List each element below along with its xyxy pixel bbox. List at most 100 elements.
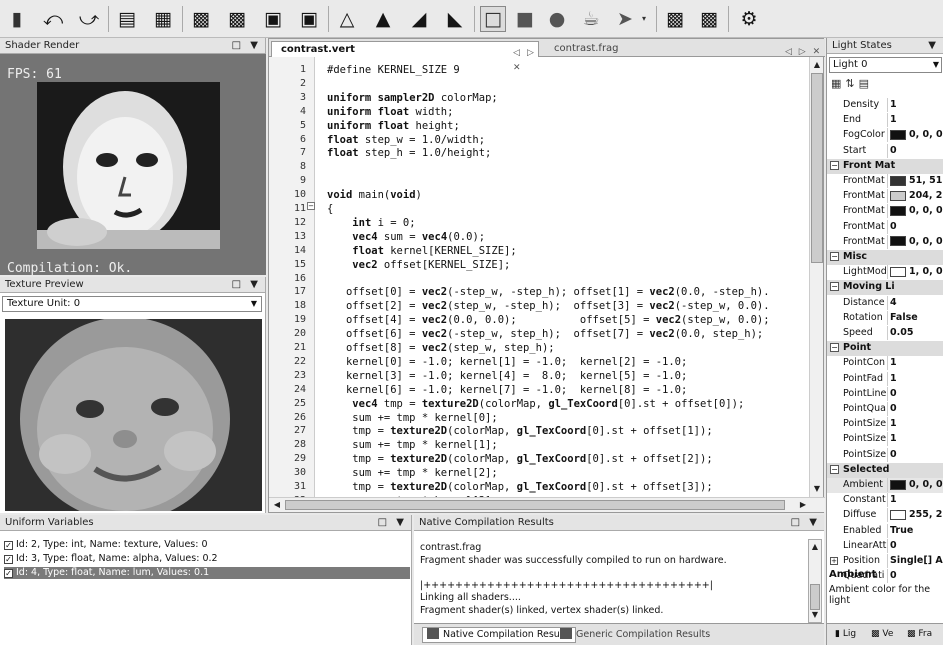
window-layout-icon[interactable]: ▤ [114,6,140,32]
property-row[interactable]: PointLine 0 [827,386,943,402]
property-row[interactable]: PointFad 1 [827,371,943,387]
panel-pin-close-icons[interactable]: □ ▼ [232,277,261,292]
solid-landscape-icon[interactable]: ▩ [224,6,250,32]
property-row[interactable]: LinearAtt 0 [827,538,943,554]
property-value[interactable]: 0, 0, 0 [887,478,943,492]
sphere-primitive-icon[interactable]: ● [544,6,570,32]
property-value[interactable]: 1 [887,356,943,371]
property-category[interactable]: − Moving Li [827,280,943,296]
property-value[interactable]: 1, 0, 0 [887,265,943,280]
undo-arrow-icon[interactable]: ⤺ [40,6,66,32]
mountain-outline-icon[interactable]: △ [334,6,360,32]
property-row[interactable]: End 1 [827,113,943,128]
database-icon[interactable]: ▮ [4,6,30,32]
landscape-shaded-icon[interactable]: ▣ [260,6,286,32]
property-value[interactable]: False [887,310,943,325]
property-row[interactable]: FogColor 0, 0, 0 [827,128,943,143]
panel-pin-close-icons[interactable]: □ ▼ [378,515,407,530]
scroll-down-arrow-icon[interactable]: ▼ [811,483,823,495]
expand-icon[interactable]: + [830,557,838,565]
tab-nav-controls[interactable]: ◁ ▷ ✕ [513,46,538,76]
render-viewport[interactable]: FPS: 61 Compilation: Ok. [0,54,266,276]
texture-unit-select[interactable]: Texture Unit: 0 ▼ [2,296,262,312]
texture-panel-icon[interactable]: ▦ [150,6,176,32]
property-row[interactable]: Distance 4 [827,295,943,311]
scrollbar-thumb[interactable] [810,584,820,610]
property-value[interactable]: 204, 2 [887,189,943,204]
property-value[interactable]: 1 [887,113,943,128]
gear-icon[interactable]: ⚙ [736,6,762,32]
property-row[interactable]: Rotation False [827,310,943,326]
property-value[interactable]: Single[] Ar [887,554,943,568]
collapse-icon[interactable]: − [830,252,839,261]
light-select[interactable]: Light 0 ▼ [829,57,942,73]
scroll-up-arrow-icon[interactable]: ▲ [809,541,821,553]
property-value[interactable]: 0 [887,219,943,234]
plane-primitive-icon[interactable]: □ [480,6,506,32]
property-value[interactable]: 0 [887,143,943,158]
property-row[interactable]: PointQua 0 [827,402,943,417]
property-row[interactable]: Diffuse 255, 2 [827,508,943,523]
sort-alpha-icon[interactable]: ⇅ [845,77,858,90]
landscape-shaded-2-icon[interactable]: ▣ [296,6,322,32]
tab-native-results[interactable]: Native Compilation Results [422,627,577,643]
property-value[interactable]: 0 [887,402,943,416]
property-row[interactable]: PointSize 1 [827,432,943,447]
property-value[interactable]: 1 [887,432,943,447]
scroll-right-arrow-icon[interactable]: ▶ [797,499,809,511]
property-value[interactable]: 0, 0, 0 [887,204,943,219]
mountain-framed-2-icon[interactable]: ◣ [442,6,468,32]
tab-light[interactable]: ▮ Lig [835,624,856,644]
property-value[interactable]: 255, 2 [887,508,943,523]
cube-primitive-icon[interactable]: ■ [512,6,538,32]
fold-toggle-icon[interactable]: − [307,202,315,210]
log-scrollbar[interactable]: ▲ ▼ [808,539,822,623]
mountain-framed-icon[interactable]: ◢ [406,6,432,32]
property-value[interactable]: 1 [887,371,943,386]
property-value[interactable]: 1 [887,98,943,112]
chevron-down-icon[interactable]: ▼ [247,297,261,311]
property-row[interactable]: FrontMat 51, 51 [827,174,943,189]
property-row[interactable]: Enabled True [827,523,943,539]
vertical-scrollbar[interactable]: ▲ ▼ [809,57,823,497]
collapse-icon[interactable]: − [830,282,839,292]
property-value[interactable]: 0, 0, 0 [887,234,943,249]
property-value[interactable]: 0 [887,538,943,553]
property-value[interactable]: 4 [887,295,943,310]
property-row[interactable]: Ambient 0, 0, 0 [827,478,943,493]
property-row[interactable]: Start 0 [827,143,943,159]
scrollbar-thumb[interactable] [811,73,823,263]
uniform-row[interactable]: ✓ Id: 4, Type: float, Name: lum, Values: … [4,567,410,579]
panel-pin-icon[interactable]: ▼ [928,38,939,53]
property-value[interactable]: 0 [887,386,943,401]
tab-vertex[interactable]: ▩ Ve [871,624,893,644]
property-row[interactable]: FrontMat 204, 2 [827,189,943,204]
panel-pin-close-icons[interactable]: □ ▼ [791,515,820,530]
scroll-up-arrow-icon[interactable]: ▲ [811,59,823,71]
property-row[interactable]: FrontMat 0, 0, 0 [827,234,943,250]
property-value[interactable]: 0.05 [887,326,943,340]
hscrollbar-thumb[interactable] [285,500,785,510]
paper-plane-icon[interactable]: ➤ [612,6,638,32]
property-pages-icon[interactable]: ▤ [859,77,873,90]
property-category[interactable]: − Front Mat [827,158,943,174]
property-value[interactable]: 51, 51 [887,174,943,188]
categorized-view-icon[interactable]: ▦ [831,77,845,90]
dropdown-arrow-icon[interactable]: ▾ [642,14,646,23]
property-category[interactable]: − Selected [827,462,943,478]
property-value[interactable]: 0, 0, 0 [887,128,943,143]
property-row[interactable]: PointSize 1 [827,417,943,432]
panel-pin-close-icons[interactable]: □ ▼ [232,38,261,53]
property-row[interactable]: PointSize 0 [827,447,943,463]
property-category[interactable]: − Misc [827,250,943,265]
property-row[interactable]: + Position Single[] Ar [827,554,943,569]
property-value[interactable]: 0 [887,447,943,462]
collapse-icon[interactable]: − [830,464,839,474]
uniform-row[interactable]: ✓ Id: 3, Type: float, Name: alpha, Values… [4,553,410,565]
property-value[interactable]: True [887,523,943,538]
property-value[interactable]: 1 [887,417,943,432]
tab-generic-results[interactable]: Generic Compilation Results [560,628,710,640]
checker-grid-2-icon[interactable]: ▩ [696,6,722,32]
property-category[interactable]: − Point [827,341,943,357]
uniform-checkbox[interactable]: ✓ [4,541,13,550]
